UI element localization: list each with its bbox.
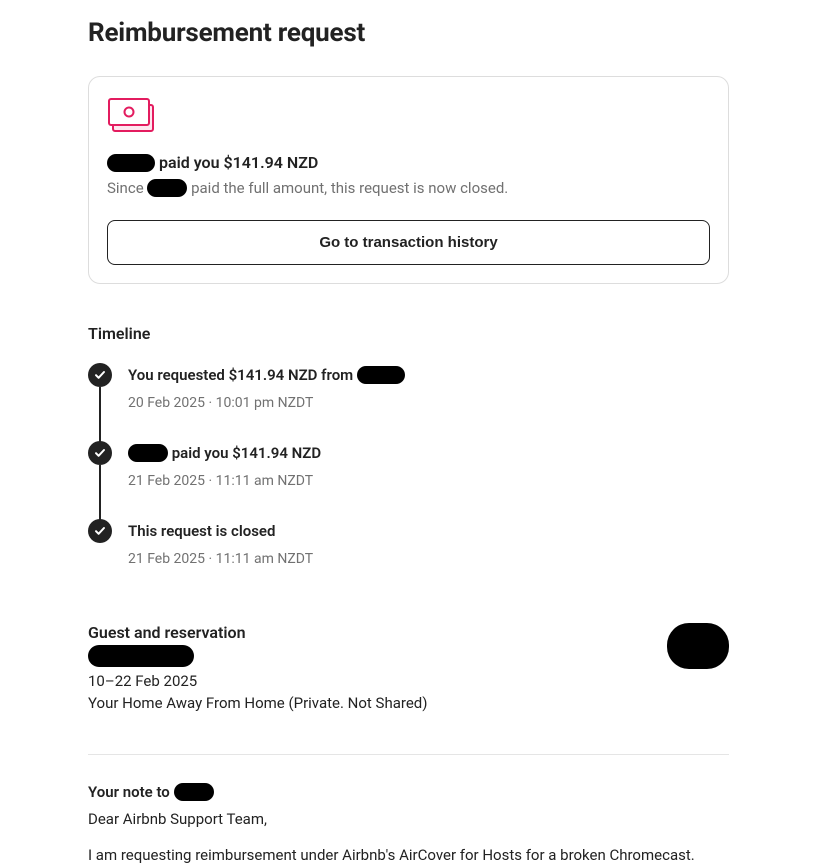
redacted-guest-name [88, 645, 194, 667]
page-title: Reimbursement request [88, 18, 729, 48]
timeline-item: This request is closed 21 Feb 2025 · 11:… [88, 519, 729, 567]
card-title: paid you $141.94 NZD [107, 153, 710, 173]
check-icon [88, 363, 112, 387]
redacted-name [357, 366, 405, 384]
note-heading: Your note to [88, 783, 729, 802]
note-body: Dear Airbnb Support Team, I am requestin… [88, 808, 729, 866]
note-section: Your note to Dear Airbnb Support Team, I… [88, 783, 729, 866]
guest-reservation-section: Guest and reservation 10–22 Feb 2025 You… [88, 623, 729, 714]
listing-name: Your Home Away From Home (Private. Not S… [88, 692, 667, 714]
card-subtitle: Since paid the full amount, this request… [107, 179, 710, 198]
timeline-item-meta: 20 Feb 2025 · 10:01 pm NZDT [128, 395, 729, 411]
timeline-item: You requested $141.94 NZD from 20 Feb 20… [88, 363, 729, 441]
timeline-item-title: paid you $141.94 NZD [128, 441, 729, 465]
check-icon [88, 519, 112, 543]
timeline-item-title: This request is closed [128, 519, 729, 543]
redacted-name [107, 154, 155, 172]
reservation-dates: 10–22 Feb 2025 [88, 670, 667, 692]
timeline-item-meta: 21 Feb 2025 · 11:11 am NZDT [128, 473, 729, 489]
redacted-name [128, 444, 168, 462]
timeline-item-title: You requested $141.94 NZD from [128, 363, 729, 387]
guest-heading: Guest and reservation [88, 623, 667, 642]
money-icon [107, 97, 155, 133]
transaction-history-button[interactable]: Go to transaction history [107, 220, 710, 265]
timeline-item-meta: 21 Feb 2025 · 11:11 am NZDT [128, 551, 729, 567]
avatar [667, 623, 729, 669]
status-card: paid you $141.94 NZD Since paid the full… [88, 76, 729, 284]
redacted-name [174, 783, 214, 801]
timeline-heading: Timeline [88, 324, 729, 343]
timeline-item: paid you $141.94 NZD 21 Feb 2025 · 11:11… [88, 441, 729, 519]
redacted-name [147, 179, 187, 197]
divider [88, 754, 729, 755]
check-icon [88, 441, 112, 465]
timeline: You requested $141.94 NZD from 20 Feb 20… [88, 363, 729, 567]
